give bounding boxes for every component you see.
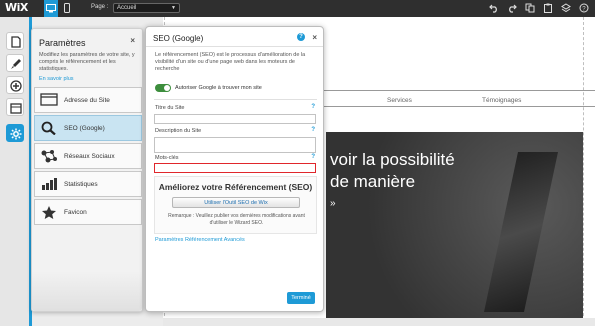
settings-item-label: Favicon <box>64 208 87 216</box>
settings-menu: Adresse du Site SEO (Google) Réseaux Soc… <box>34 87 142 227</box>
page-guide-right <box>583 17 584 326</box>
seo-dialog-close-button[interactable]: × <box>312 33 317 42</box>
allow-google-label: Autoriser Google à trouver mon site <box>175 85 262 91</box>
site-title-help-icon[interactable]: ? <box>311 104 315 110</box>
settings-panel: Paramètres × Modifiez les paramètres de … <box>31 28 143 312</box>
paste-icon[interactable] <box>543 3 553 13</box>
settings-item-social[interactable]: Réseaux Sociaux <box>34 143 142 169</box>
seo-wizard-button[interactable]: Utiliser l'Outil SEO de Wix <box>172 197 300 208</box>
divider <box>146 46 323 47</box>
bar-chart-icon <box>40 177 60 191</box>
app-market-button[interactable] <box>6 98 24 116</box>
layers-icon[interactable] <box>561 3 571 13</box>
keywords-label: Mots-clés <box>155 155 179 161</box>
settings-item-label: SEO (Google) <box>64 124 105 132</box>
site-title-label: Titre du Site <box>155 105 185 111</box>
keywords-input[interactable] <box>154 163 316 173</box>
add-button[interactable] <box>6 76 24 94</box>
brush-icon <box>11 59 21 69</box>
site-title-input[interactable] <box>154 114 316 124</box>
copy-icon[interactable] <box>525 3 535 13</box>
settings-item-label: Adresse du Site <box>64 96 110 104</box>
page-icon <box>11 36 21 48</box>
settings-item-label: Statistiques <box>64 180 98 188</box>
advanced-seo-link[interactable]: Paramètres Référencement Avancés <box>155 237 245 243</box>
settings-item-favicon[interactable]: Favicon <box>34 199 142 225</box>
chevron-down-icon: ▼ <box>171 5 176 11</box>
calendar-icon <box>10 103 22 114</box>
help-icon[interactable]: ? <box>297 33 305 41</box>
seo-description: Le référencement (SEO) est le processus … <box>155 52 306 72</box>
settings-panel-footer <box>32 271 142 311</box>
top-toolbar: WiX Page : Accueil ▼ ? <box>0 0 595 17</box>
settings-button[interactable] <box>6 124 24 142</box>
help-icon[interactable]: ? <box>579 3 589 13</box>
settings-panel-description: Modifiez les paramètres de votre site, y… <box>39 52 135 72</box>
page-select[interactable]: Accueil ▼ <box>113 3 180 13</box>
undo-icon[interactable] <box>489 3 499 13</box>
editor-left-sidebar <box>0 17 29 326</box>
site-description-input[interactable] <box>154 137 316 153</box>
seo-wizard-promo: Améliorez votre Référencement (SEO) Util… <box>154 176 317 234</box>
nav-item-services[interactable]: Services <box>387 97 412 104</box>
divider <box>154 99 317 100</box>
settings-item-site-address[interactable]: Adresse du Site <box>34 87 142 113</box>
plus-icon <box>10 80 22 92</box>
desktop-icon <box>46 4 56 13</box>
seo-dialog-title: SEO (Google) <box>153 34 204 43</box>
settings-item-seo[interactable]: SEO (Google) <box>34 115 142 141</box>
hero-headline-line1: voir la possibilité <box>330 150 455 169</box>
page-label: Page : <box>91 4 109 10</box>
promo-title: Améliorez votre Référencement (SEO) <box>158 182 313 192</box>
learn-more-link[interactable]: En savoir plus <box>39 76 74 82</box>
settings-panel-title: Paramètres <box>39 38 86 48</box>
design-button[interactable] <box>6 54 24 72</box>
pages-button[interactable] <box>6 32 24 50</box>
desktop-view-button[interactable] <box>44 0 58 17</box>
hero-headline-line2: de manière <box>330 172 416 191</box>
allow-google-toggle[interactable] <box>155 84 171 92</box>
redo-icon[interactable] <box>507 3 517 13</box>
keywords-help-icon[interactable]: ? <box>311 154 315 160</box>
settings-panel-close-button[interactable]: × <box>130 36 135 45</box>
social-network-icon <box>40 149 60 163</box>
site-description-help-icon[interactable]: ? <box>311 127 315 133</box>
gear-icon <box>10 128 22 140</box>
star-icon <box>40 205 60 219</box>
page-select-value: Accueil <box>117 5 137 11</box>
browser-window-icon <box>40 93 60 107</box>
magnifier-icon <box>40 121 60 135</box>
mobile-icon <box>64 3 70 13</box>
seo-dialog: SEO (Google) ? × Le référencement (SEO) … <box>145 26 324 312</box>
settings-item-statistics[interactable]: Statistiques <box>34 171 142 197</box>
done-button[interactable]: Terminé <box>287 292 315 304</box>
settings-item-label: Réseaux Sociaux <box>64 152 115 160</box>
hero-image[interactable]: voir la possibilité de manière » <box>326 132 583 318</box>
site-description-label: Description du Site <box>155 128 202 134</box>
wix-logo: WiX <box>5 1 28 14</box>
promo-note: Remarque : Veuillez publier vos dernière… <box>168 213 305 226</box>
nav-item-testimonials[interactable]: Témoignages <box>482 97 521 104</box>
hero-headline-line3: » <box>330 198 336 209</box>
mobile-view-button[interactable] <box>61 0 73 17</box>
horizontal-scrollbar[interactable] <box>163 318 595 326</box>
